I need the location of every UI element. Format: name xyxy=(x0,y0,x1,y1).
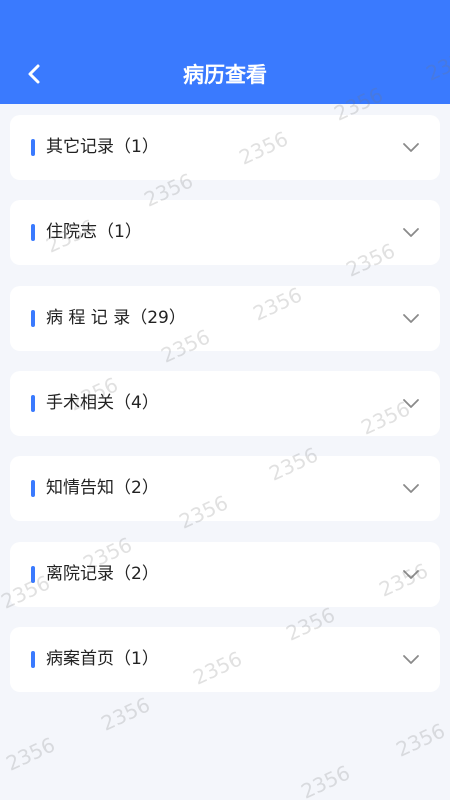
chevron-down-icon xyxy=(403,484,419,493)
section-surgery-related[interactable]: 手术相关（4） xyxy=(10,371,440,436)
section-discharge-record[interactable]: 离院记录（2） xyxy=(10,542,440,607)
watermark: 2356 xyxy=(2,732,59,776)
section-informed-consent[interactable]: 知情告知（2） xyxy=(10,456,440,521)
watermark: 2356 xyxy=(297,760,354,800)
section-label: 病 程 记 录（29） xyxy=(46,308,186,328)
accent-bar xyxy=(31,139,35,156)
section-label: 手术相关（4） xyxy=(46,393,159,413)
section-label: 病案首页（1） xyxy=(46,649,159,669)
accent-bar xyxy=(31,224,35,241)
accent-bar xyxy=(31,480,35,497)
app-header: 病历查看 xyxy=(0,0,450,104)
section-label: 离院记录（2） xyxy=(46,564,159,584)
section-medical-record-front-page[interactable]: 病案首页（1） xyxy=(10,627,440,692)
chevron-down-icon xyxy=(403,570,419,579)
watermark: 2356 xyxy=(97,692,154,736)
section-label: 住院志（1） xyxy=(46,222,142,242)
section-other-records[interactable]: 其它记录（1） xyxy=(10,115,440,180)
accent-bar xyxy=(31,651,35,668)
section-label: 知情告知（2） xyxy=(46,478,159,498)
accent-bar xyxy=(31,566,35,583)
chevron-down-icon xyxy=(403,314,419,323)
section-admission-record[interactable]: 住院志（1） xyxy=(10,200,440,265)
section-progress-notes[interactable]: 病 程 记 录（29） xyxy=(10,286,440,351)
accent-bar xyxy=(31,310,35,327)
chevron-down-icon xyxy=(403,228,419,237)
watermark: 2356 xyxy=(392,718,449,762)
section-label: 其它记录（1） xyxy=(46,137,159,157)
page-title: 病历查看 xyxy=(183,63,267,87)
chevron-down-icon xyxy=(403,143,419,152)
accent-bar xyxy=(31,395,35,412)
chevron-down-icon xyxy=(403,655,419,664)
chevron-down-icon xyxy=(403,399,419,408)
